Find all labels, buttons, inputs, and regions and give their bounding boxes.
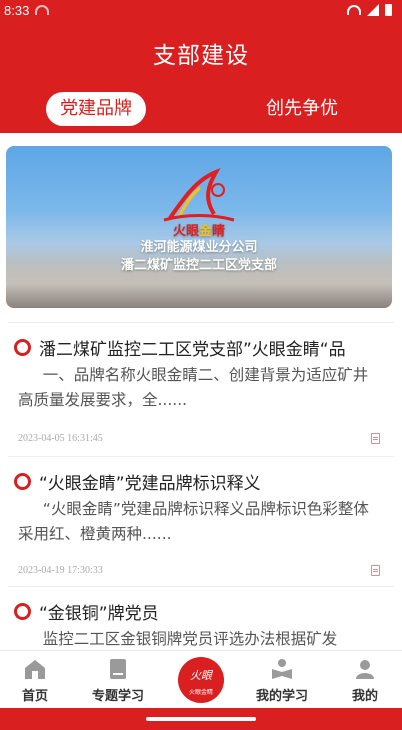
nav-home-label: 首页 <box>21 689 48 704</box>
wifi-icon <box>35 5 50 15</box>
nav-center-brand-button[interactable]: 火眼 火眼金睛 <box>178 657 224 703</box>
bullet-ring-icon <box>14 473 31 490</box>
article-title: “金银铜”牌党员 <box>39 604 159 624</box>
tab-excellence[interactable]: 创先争优 <box>250 92 354 126</box>
brand-logo: 火眼 <box>190 669 212 682</box>
nav-mine[interactable]: 我的 <box>330 651 400 709</box>
bullet-ring-icon <box>14 603 31 620</box>
article-date: 2023-04-19 17:30:33 <box>18 565 103 576</box>
brand-emblem-icon <box>163 168 235 222</box>
header-area: 8:33 支部建设 党建品牌 创先争优 <box>0 0 402 133</box>
nav-my-study-label: 我的学习 <box>255 689 308 704</box>
nav-home[interactable]: 首页 <box>0 651 70 709</box>
article-title: 潘二煤矿监控二工区党支部”火眼金睛“品 <box>39 340 346 360</box>
cell-signal-icon <box>367 4 379 16</box>
status-bar: 8:33 <box>0 0 402 20</box>
nav-topic-study[interactable]: 专题学习 <box>80 651 156 709</box>
wifi-signal-icon <box>347 5 361 15</box>
home-icon <box>25 660 45 679</box>
nav-my-study[interactable]: 我的学习 <box>244 651 320 709</box>
bullet-ring-icon <box>14 339 31 356</box>
document-icon <box>371 565 380 576</box>
article-summary: 一、品牌名称火眼金睛二、创建背景为适应矿井高质量发展要求，全...... <box>18 366 369 409</box>
article-summary: “火眼金睛”党建品牌标识释义品牌标识色彩整体采用红、橙黄两种...... <box>18 500 369 543</box>
list-item[interactable]: 潘二煤矿监控二工区党支部”火眼金睛“品 一、品牌名称火眼金睛二、创建背景为适应矿… <box>8 322 394 456</box>
brand-logo-caption: 火眼金睛 <box>188 689 213 696</box>
book-icon <box>110 659 126 679</box>
reading-icon <box>272 659 292 679</box>
article-summary: 监控二工区金银铜牌党员评选办法根据矿发 <box>42 630 338 648</box>
article-title: “火眼金睛”党建品牌标识释义 <box>39 474 261 494</box>
article-date: 2023-04-05 16:31:45 <box>18 433 103 444</box>
battery-icon <box>385 4 392 16</box>
banner-branch: 潘二煤矿监控二工区党支部 <box>120 258 277 273</box>
tab-party-brand[interactable]: 党建品牌 <box>46 92 146 126</box>
list-item[interactable]: “金银铜”牌党员 监控二工区金银铜牌党员评选办法根据矿发 <box>8 586 394 656</box>
banner-image[interactable]: 火眼金睛 淮河能源煤业分公司 潘二煤矿监控二工区党支部 <box>6 146 392 308</box>
page-title: 支部建设 <box>153 43 249 69</box>
nav-topic-study-label: 专题学习 <box>91 689 144 704</box>
gesture-bar-area <box>0 708 402 730</box>
list-item[interactable]: “火眼金睛”党建品牌标识释义 “火眼金睛”党建品牌标识释义品牌标识色彩整体采用红… <box>8 456 394 586</box>
bottom-nav: 首页 专题学习 火眼 火眼金睛 我的学习 我的 <box>0 650 402 708</box>
tab-bar: 党建品牌 创先争优 <box>0 92 402 126</box>
document-icon <box>371 433 380 444</box>
status-time: 8:33 <box>4 2 30 18</box>
home-indicator[interactable] <box>146 717 256 721</box>
banner-company: 淮河能源煤业分公司 <box>140 240 258 255</box>
nav-mine-label: 我的 <box>351 689 378 704</box>
user-icon <box>356 660 374 679</box>
